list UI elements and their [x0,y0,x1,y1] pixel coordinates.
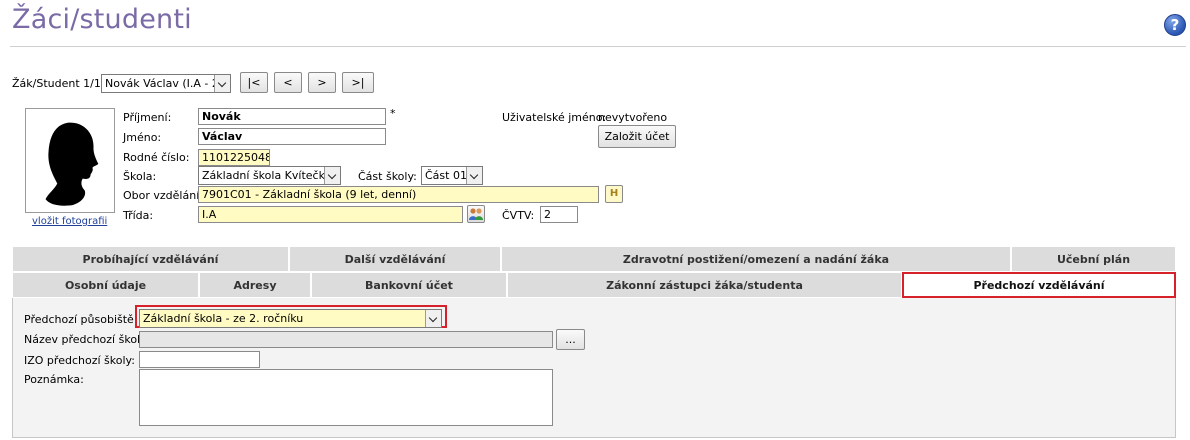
chevron-down-icon [425,310,441,327]
first-record-button[interactable]: |< [240,72,268,93]
previous-school-name-input[interactable] [139,331,553,348]
birth-number-input[interactable]: 1101225048 [198,149,270,166]
previous-workplace-label: Předchozí působiště: [24,313,138,326]
field-of-study-label: Obor vzdělání: [123,189,203,202]
chevron-down-icon [324,167,340,184]
student-select-value: Novák Václav (I.A - 2) [105,77,224,90]
username-value: nevytvořeno [598,111,668,124]
tab-addresses[interactable]: Adresy [199,272,311,298]
field-lookup-icon[interactable]: H [605,185,623,203]
child-silhouette-icon [45,122,99,206]
title-divider [10,46,1186,47]
previous-workplace-value: Základní škola - ze 2. ročníku [143,312,304,325]
upload-photo-link[interactable]: vložit fotografii [32,216,107,227]
tab-health-disability[interactable]: Zdravotní postižení/omezení a nadání žák… [501,246,1011,272]
required-mark: * [390,107,396,120]
school-select-value: Základní škola Kvítečkov [202,169,338,182]
username-label: Uživatelské jméno: [502,111,607,124]
tab-row-secondary: Osobní údaje Adresy Bankovní účet Zákonn… [12,272,1176,298]
previous-school-name-label: Název předchozí školy: [24,333,150,346]
birth-number-label: Rodné číslo: [123,151,190,164]
note-label: Poznámka: [24,373,84,386]
class-input[interactable]: I.A [198,206,463,223]
izo-input[interactable] [139,351,260,368]
name-input[interactable]: Václav [198,128,386,145]
tab-personal-data[interactable]: Osobní údaje [12,272,199,298]
previous-workplace-select[interactable]: Základní škola - ze 2. ročníku [139,309,442,328]
school-part-label: Část školy: [358,170,417,183]
izo-label: IZO předchozí školy: [24,354,135,367]
tab-row-primary: Probíhající vzdělávání Další vzdělávání … [12,246,1176,272]
class-label: Třída: [123,209,154,222]
school-select[interactable]: Základní škola Kvítečkov [198,166,341,185]
note-textarea[interactable] [139,369,553,426]
people-glyph-icon [469,208,483,220]
browse-school-button[interactable]: ... [556,329,585,350]
tab-further-education[interactable]: Další vzdělávání [289,246,501,272]
student-nav-label: Žák/Student 1/1: [12,77,105,90]
last-record-button[interactable]: >| [342,72,374,93]
school-label: Škola: [123,170,157,183]
previous-record-button[interactable]: < [274,72,302,93]
school-part-select-value: Část 01 [425,169,467,182]
people-icon[interactable] [467,205,485,223]
surname-input[interactable]: Novák [198,108,386,125]
tab-previous-education[interactable]: Předchozí vzdělávání [902,272,1176,298]
surname-label: Příjmení: [123,111,172,124]
tab-bank-account[interactable]: Bankovní účet [311,272,507,298]
tab-curriculum[interactable]: Učební plán [1011,246,1176,272]
cvtv-input[interactable]: 2 [540,206,578,223]
cvtv-label: ČVTV: [502,209,535,222]
tab-legal-guardians[interactable]: Zákonní zástupci žáka/studenta [507,272,902,298]
school-part-select[interactable]: Část 01 [421,166,483,185]
student-select[interactable]: Novák Václav (I.A - 2) [101,74,231,93]
chevron-down-icon [214,75,230,92]
question-circle-icon[interactable]: ? [1164,14,1186,36]
name-label: Jméno: [123,131,162,144]
page-title: Žáci/studenti [12,4,192,35]
tab-current-education[interactable]: Probíhající vzdělávání [12,246,289,272]
create-account-button[interactable]: Založit účet [598,125,676,148]
student-photo [25,108,115,213]
field-of-study-input[interactable]: 7901C01 - Základní škola (9 let, denní) [198,186,599,203]
next-record-button[interactable]: > [308,72,336,93]
chevron-down-icon [466,167,482,184]
